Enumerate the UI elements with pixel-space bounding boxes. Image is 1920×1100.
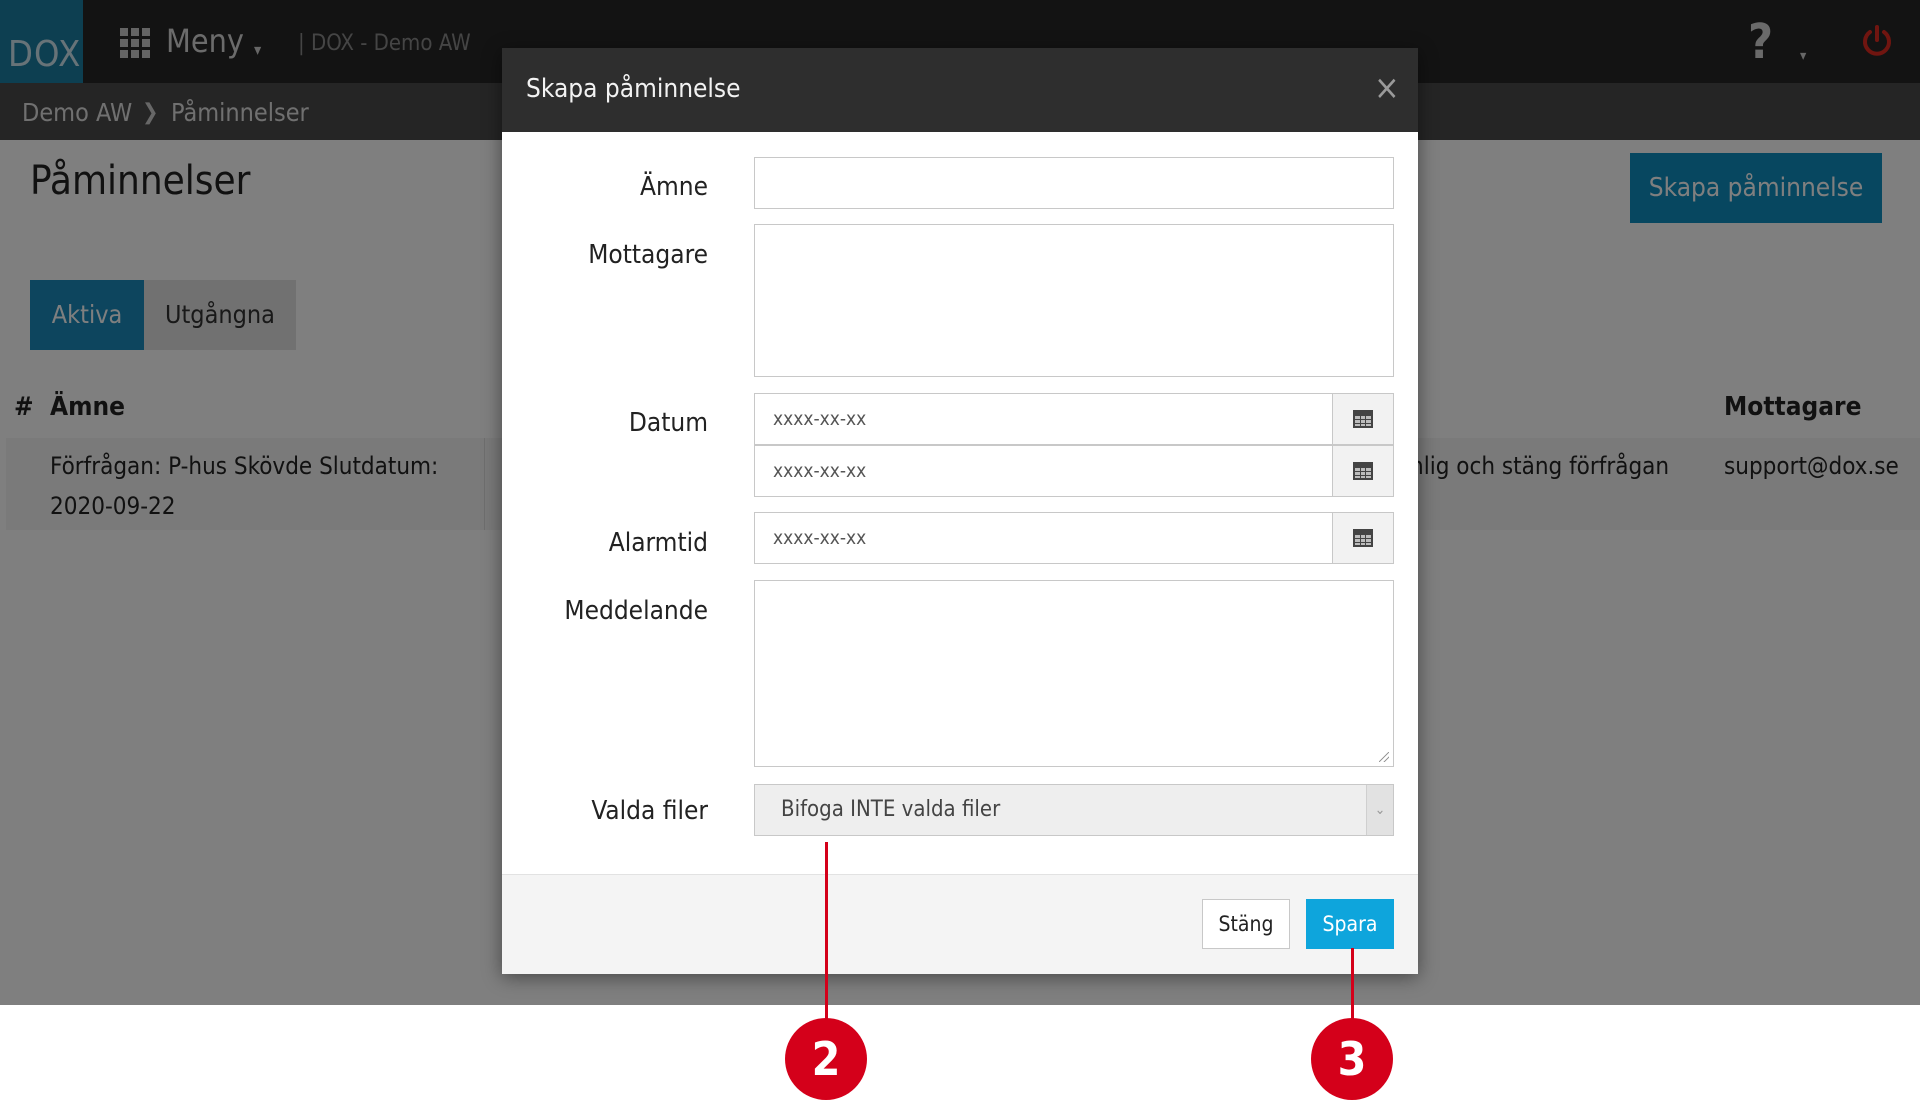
calendar-button[interactable] xyxy=(1332,513,1393,563)
resize-grip-icon[interactable] xyxy=(1379,752,1389,762)
label-recipients: Mottagare xyxy=(588,240,708,270)
callout-line-3 xyxy=(1351,948,1354,1022)
message-textarea[interactable] xyxy=(754,580,1394,767)
date-from-input[interactable]: xxxx-xx-xx xyxy=(754,393,1394,445)
calendar-icon xyxy=(1353,410,1373,428)
create-reminder-modal: Skapa påminnelse × Ämne Mottagare Datum … xyxy=(502,48,1418,974)
label-date: Datum xyxy=(628,408,708,438)
calendar-button[interactable] xyxy=(1332,446,1393,496)
callout-badge-2: 2 xyxy=(785,1018,867,1100)
callout-line-2 xyxy=(825,842,828,1022)
chevron-down-icon[interactable]: ⌄ xyxy=(1366,785,1393,835)
calendar-icon xyxy=(1353,529,1373,547)
files-select-value: Bifoga INTE valda filer xyxy=(781,797,1001,822)
label-subject: Ämne xyxy=(639,172,708,202)
modal-header: Skapa påminnelse × xyxy=(502,48,1418,132)
save-button[interactable]: Spara xyxy=(1306,899,1394,949)
close-button[interactable]: Stäng xyxy=(1202,899,1290,949)
label-alarm: Alarmtid xyxy=(608,528,708,558)
callout-badge-3: 3 xyxy=(1311,1018,1393,1100)
modal-footer: Stäng Spara xyxy=(502,874,1418,974)
calendar-button[interactable] xyxy=(1332,394,1393,444)
calendar-icon xyxy=(1353,462,1373,480)
date-from-placeholder: xxxx-xx-xx xyxy=(773,408,867,430)
date-to-placeholder: xxxx-xx-xx xyxy=(773,460,867,482)
files-select[interactable]: Bifoga INTE valda filer ⌄ xyxy=(754,784,1394,836)
label-files: Valda filer xyxy=(591,796,708,826)
recipients-input[interactable] xyxy=(754,224,1394,377)
subject-input[interactable] xyxy=(754,157,1394,209)
alarm-placeholder: xxxx-xx-xx xyxy=(773,527,867,549)
app-window: DOX Meny ▾ | DOX - Demo AW ? ▾ Demo AW ❯… xyxy=(0,0,1920,1005)
modal-title: Skapa påminnelse xyxy=(526,74,741,104)
alarm-time-input[interactable]: xxxx-xx-xx xyxy=(754,512,1394,564)
close-icon[interactable]: × xyxy=(1374,68,1400,108)
label-message: Meddelande xyxy=(564,596,708,626)
date-to-input[interactable]: xxxx-xx-xx xyxy=(754,445,1394,497)
